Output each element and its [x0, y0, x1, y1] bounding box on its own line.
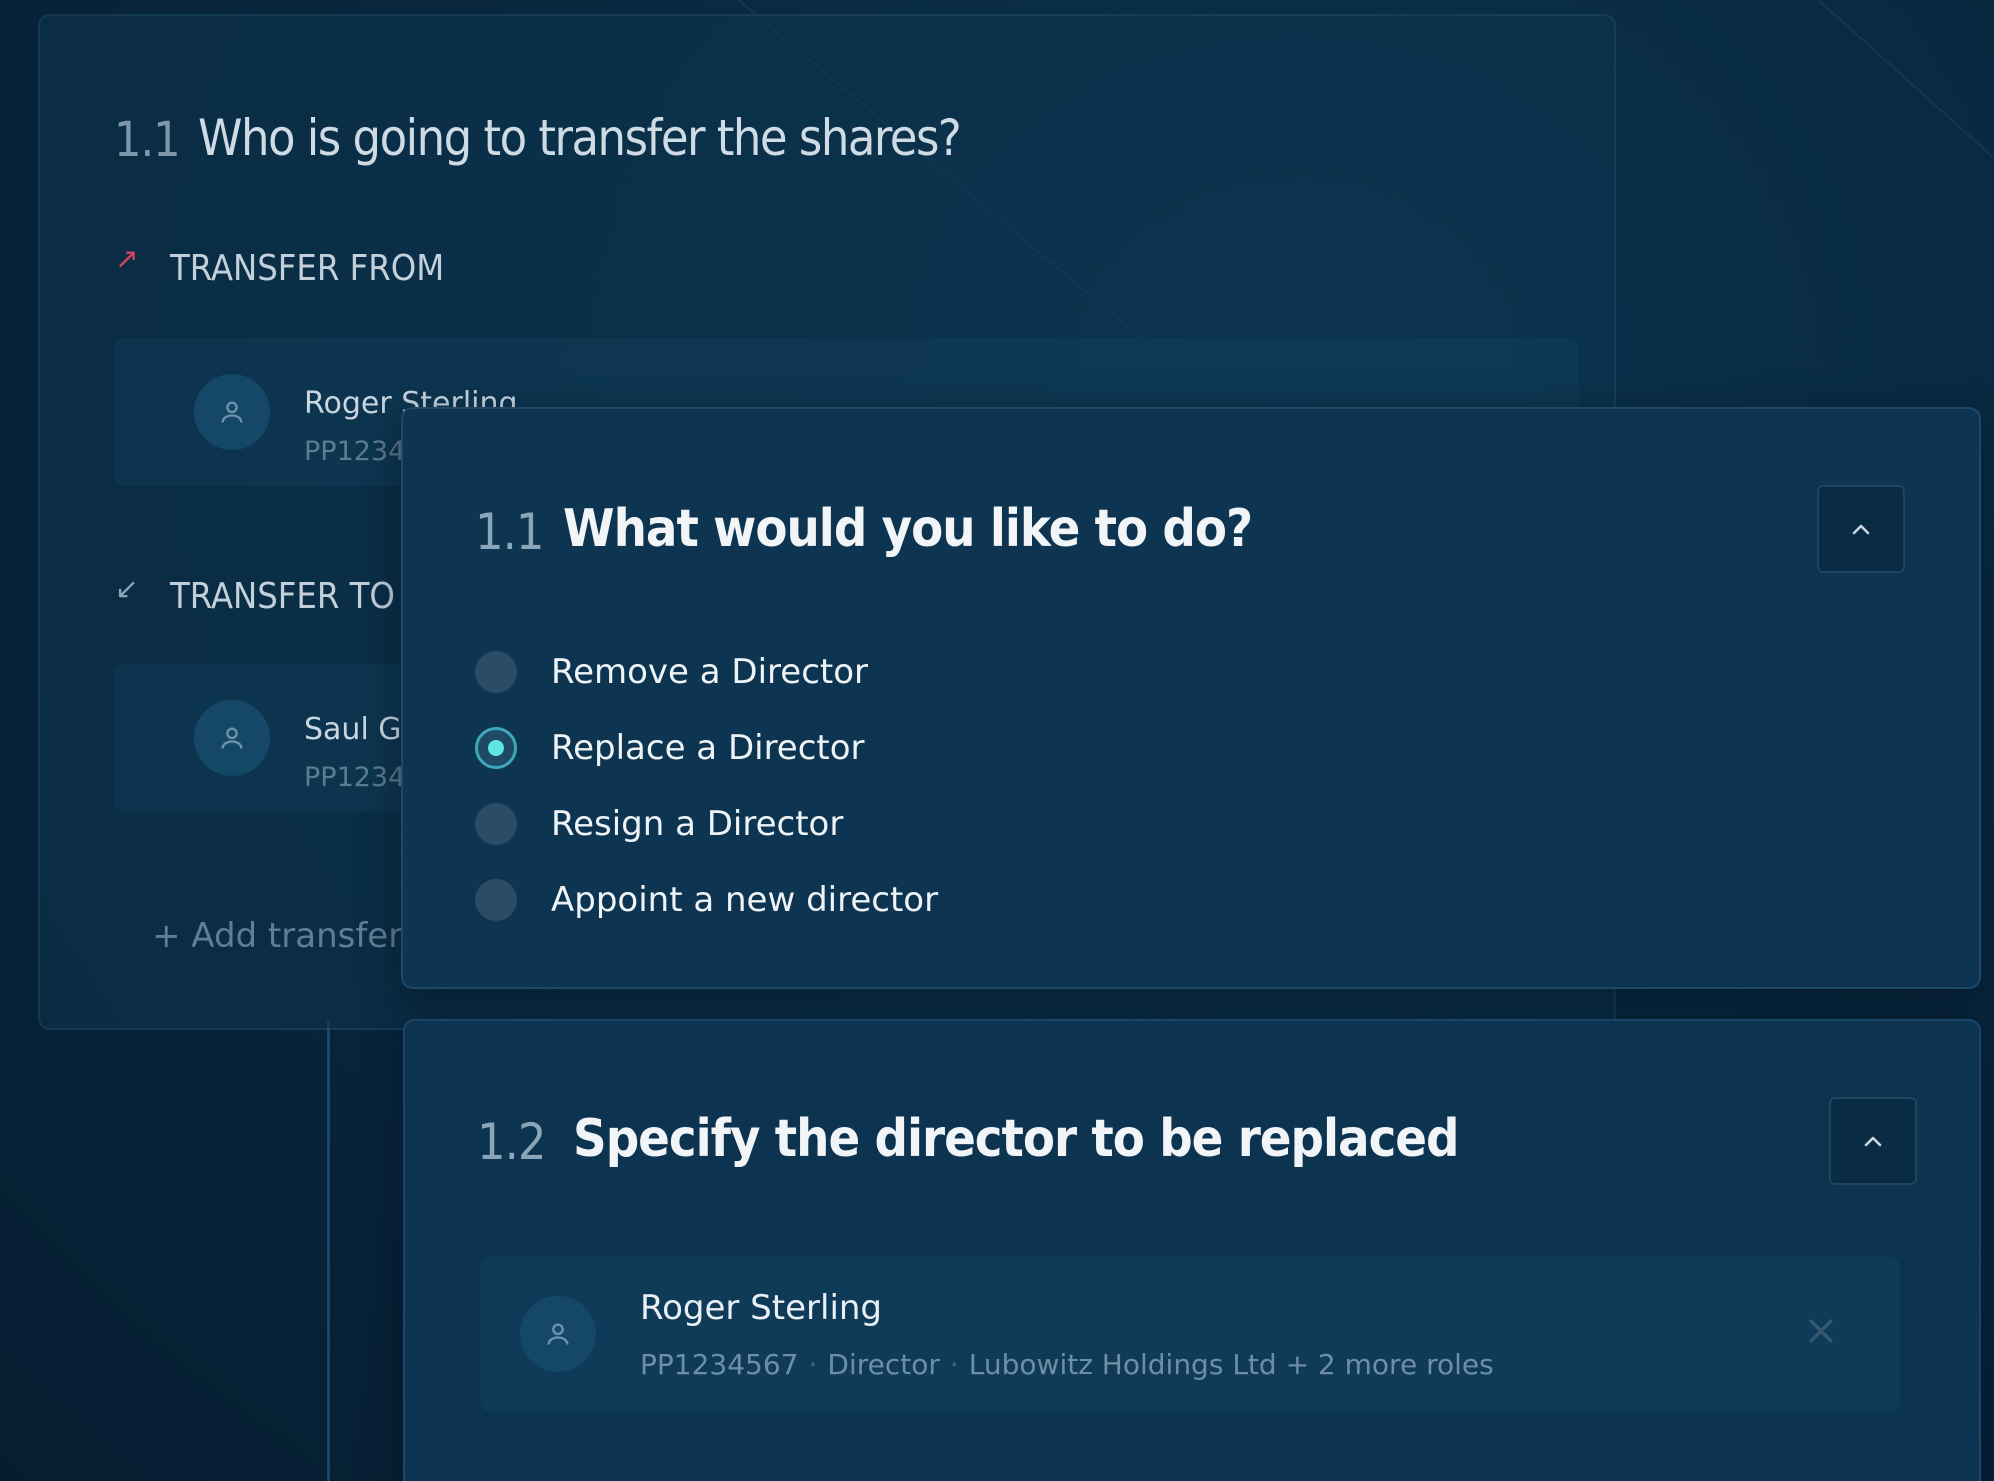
chevron-up-icon — [1864, 1136, 1882, 1147]
user-icon — [221, 727, 243, 749]
avatar — [520, 1296, 596, 1372]
collapse-button[interactable] — [1829, 1097, 1917, 1185]
option-replace-director[interactable]: Replace a Director — [475, 723, 865, 773]
transfer-to-label: TRANSFER TO — [170, 576, 395, 617]
user-icon — [221, 401, 243, 423]
avatar — [194, 700, 270, 776]
chevron-up-icon — [1852, 524, 1870, 535]
connector-line — [327, 1020, 330, 1481]
transfer-from-label: TRANSFER FROM — [170, 248, 445, 289]
selected-director[interactable]: Roger Sterling PP1234567 · Director · Lubowi… — [480, 1256, 1900, 1412]
separator-dot: · — [949, 1348, 959, 1381]
radio-button[interactable] — [475, 879, 517, 921]
section-title: Who is going to transfer the shares? — [198, 109, 962, 167]
section-title: What would you like to do? — [563, 499, 1253, 559]
option-label: Remove a Director — [551, 652, 869, 692]
director-role: Director — [827, 1348, 940, 1381]
radio-button-selected[interactable] — [475, 727, 517, 769]
close-icon[interactable] — [1804, 1314, 1838, 1348]
director-id: PP1234567 — [640, 1348, 799, 1381]
add-transferee-link[interactable]: + Add transferee — [152, 916, 443, 956]
director-meta: PP1234567 · Director · Lubowitz Holdings Ltd… — [640, 1348, 1494, 1381]
radio-button[interactable] — [475, 651, 517, 693]
option-label: Appoint a new director — [551, 880, 939, 920]
section-number: 1.2 — [477, 1113, 547, 1171]
director-card: 1.2 Specify the director to be replaced … — [403, 1019, 1981, 1481]
separator-dot: · — [808, 1348, 818, 1381]
option-remove-director[interactable]: Remove a Director — [475, 647, 868, 697]
user-icon — [547, 1323, 569, 1345]
option-resign-director[interactable]: Resign a Director — [475, 799, 843, 849]
arrow-down-left-icon: ↙ — [115, 572, 139, 605]
action-card: 1.1 What would you like to do? Remove a … — [401, 407, 1981, 989]
avatar — [194, 374, 270, 450]
section-title: Specify the director to be replaced — [573, 1109, 1460, 1169]
option-appoint-director[interactable]: Appoint a new director — [475, 875, 938, 925]
section-number: 1.1 — [475, 503, 545, 561]
arrow-up-right-icon: ↗ — [115, 242, 139, 275]
director-name: Roger Sterling — [640, 1288, 883, 1328]
collapse-button[interactable] — [1817, 485, 1905, 573]
director-company: Lubowitz Holdings Ltd + 2 more roles — [968, 1348, 1494, 1381]
section-number: 1.1 — [114, 112, 181, 168]
radio-button[interactable] — [475, 803, 517, 845]
background-decor-line — [1818, 0, 1994, 176]
option-label: Resign a Director — [551, 804, 844, 844]
option-label: Replace a Director — [551, 728, 865, 768]
